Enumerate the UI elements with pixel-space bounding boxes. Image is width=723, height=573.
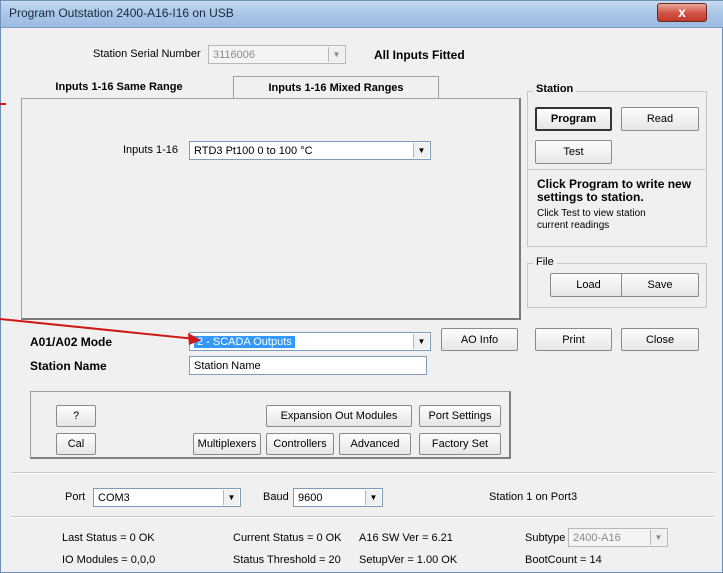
annotation-arrow-line — [0, 318, 197, 340]
annotation-overlay — [0, 103, 201, 345]
annotation-arrowhead-icon — [188, 333, 201, 345]
